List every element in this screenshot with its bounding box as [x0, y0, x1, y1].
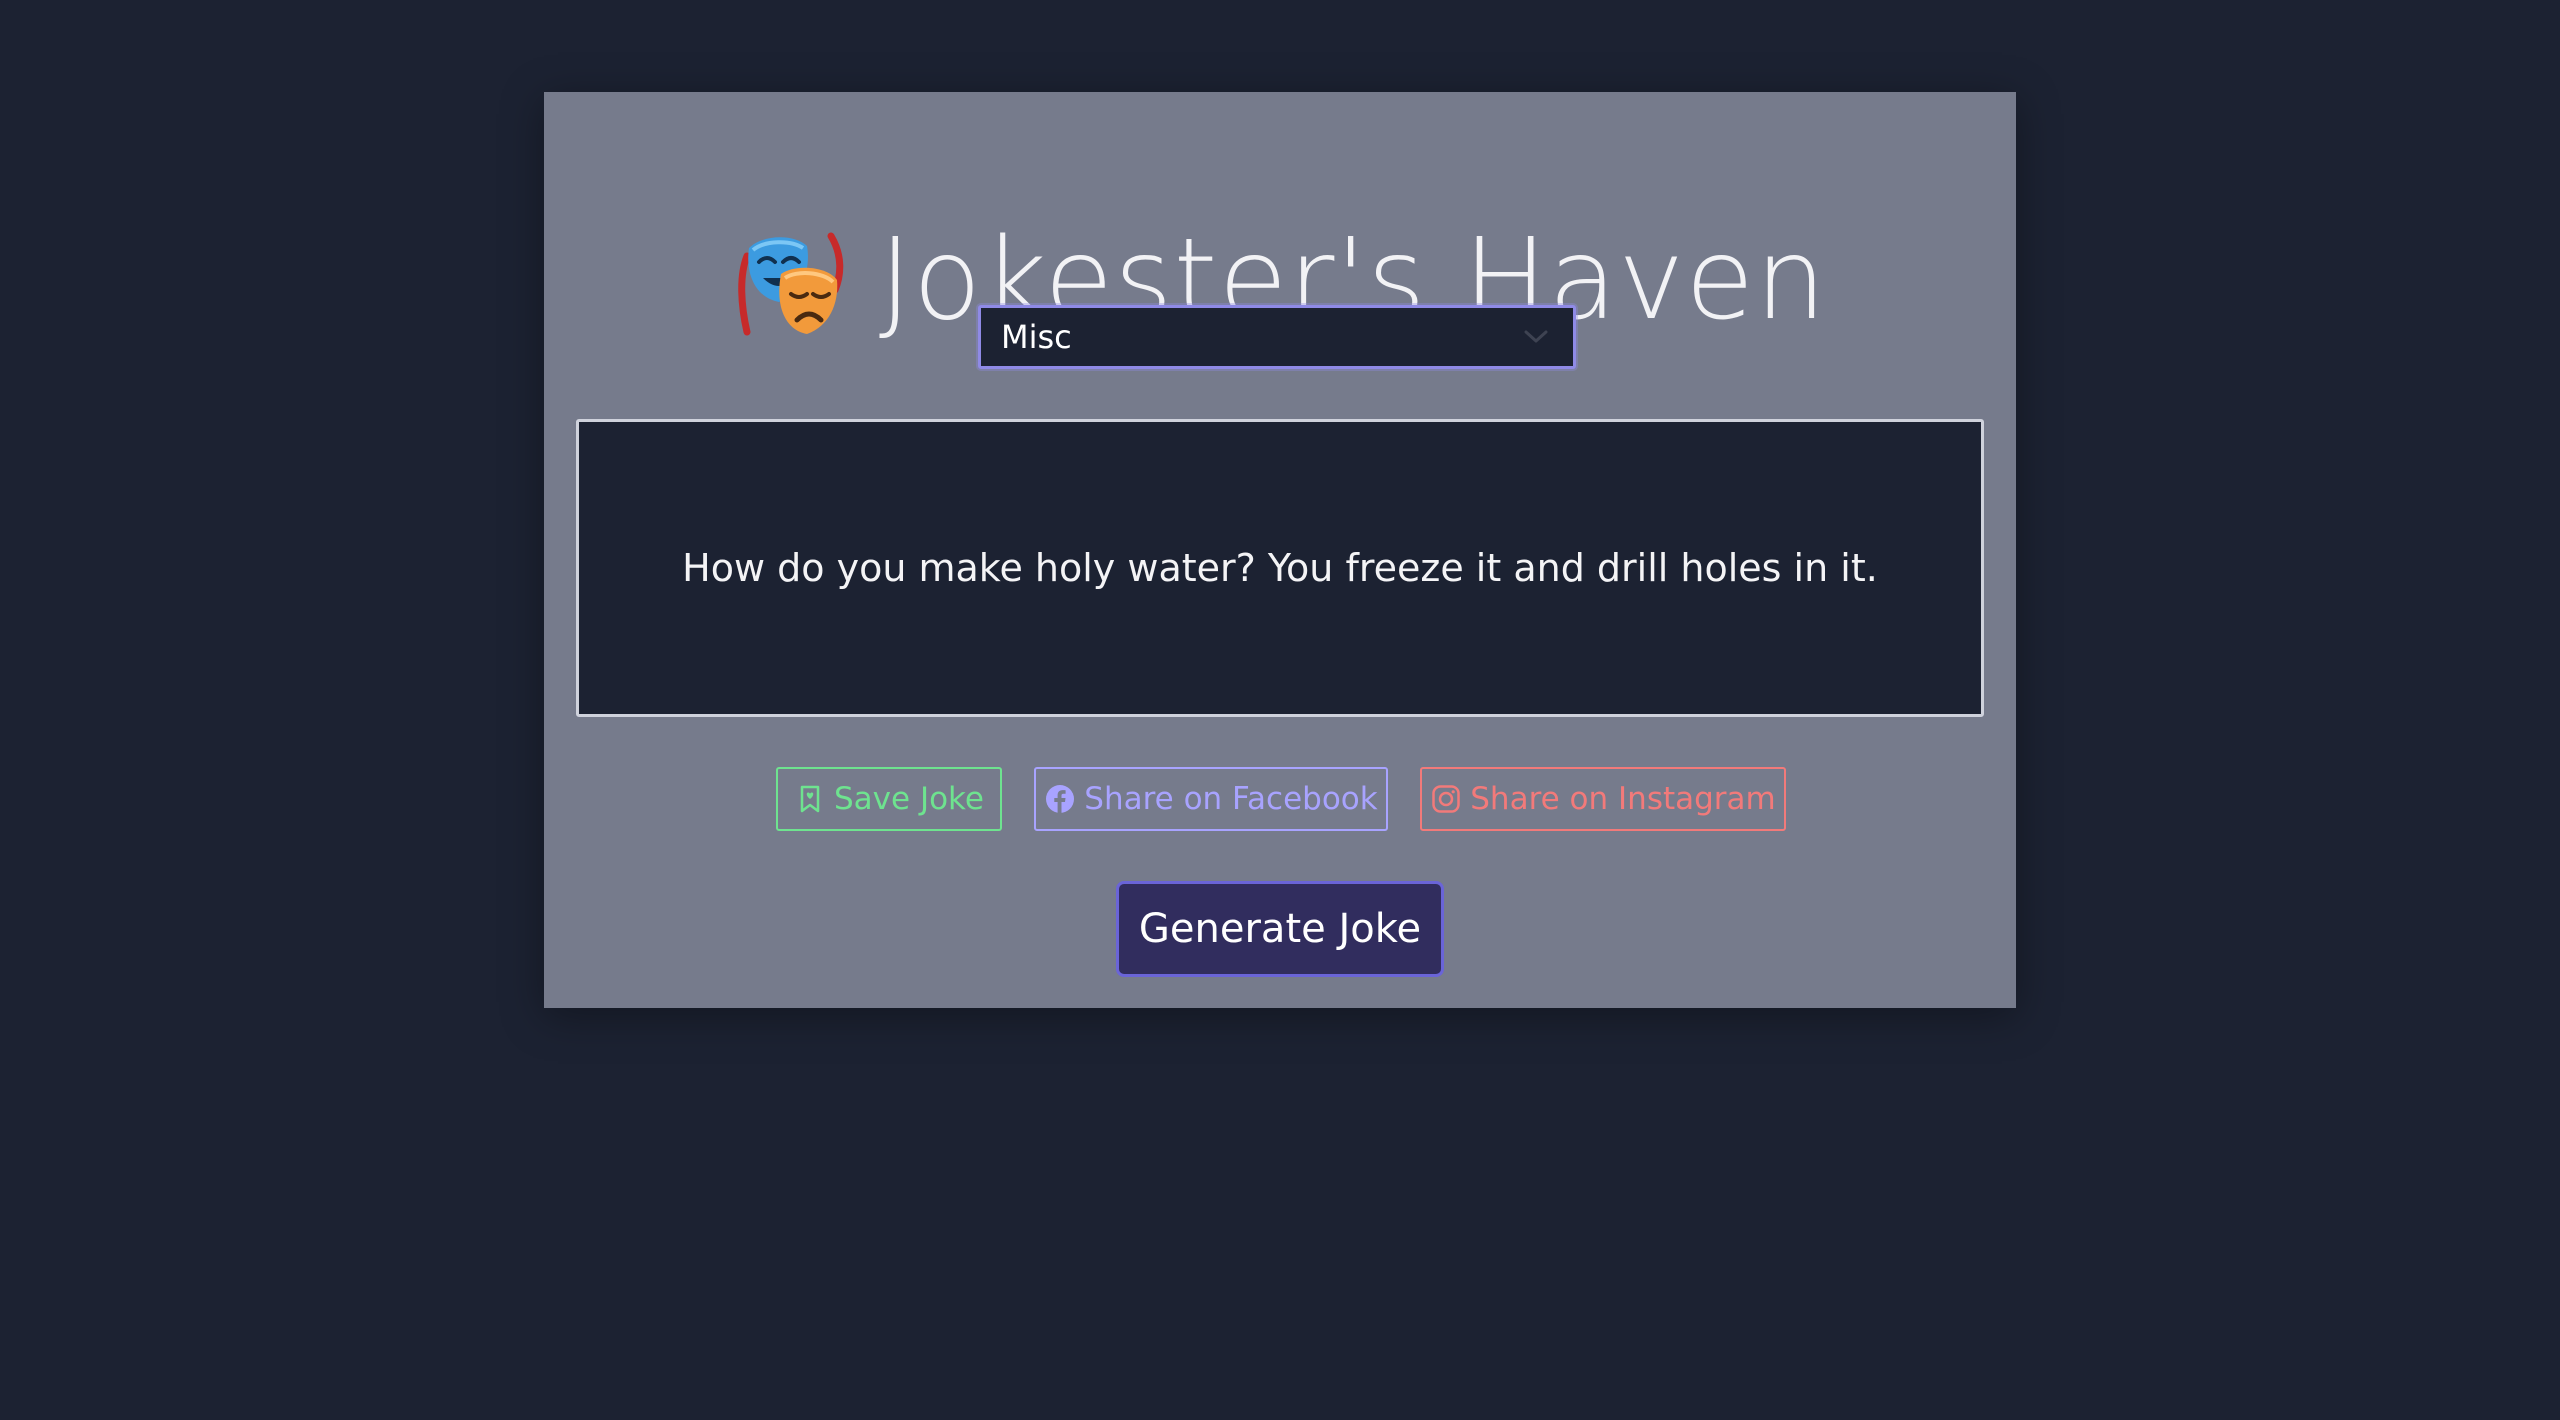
share-facebook-button[interactable]: Share on Facebook — [1034, 767, 1388, 831]
facebook-icon — [1046, 785, 1075, 813]
share-facebook-label: Share on Facebook — [1084, 781, 1378, 817]
performing-arts-masks-icon — [733, 226, 849, 342]
category-select-value: Misc — [1001, 318, 1072, 356]
chevron-down-icon — [1524, 330, 1548, 343]
share-instagram-label: Share on Instagram — [1470, 781, 1776, 817]
instagram-icon — [1432, 785, 1460, 813]
joke-card: Jokester's Haven Misc How do you make ho… — [544, 92, 2016, 1008]
category-select[interactable]: Misc — [978, 305, 1576, 369]
joke-text: How do you make holy water? You freeze i… — [682, 546, 1878, 590]
joke-actions: Save Joke Share on Facebook Share on Ins… — [544, 767, 2016, 831]
share-instagram-button[interactable]: Share on Instagram — [1420, 767, 1786, 831]
generate-joke-button[interactable]: Generate Joke — [1116, 881, 1444, 977]
joke-display: How do you make holy water? You freeze i… — [576, 419, 1984, 717]
bookmark-heart-icon — [800, 785, 820, 813]
save-joke-button[interactable]: Save Joke — [776, 767, 1002, 831]
save-joke-label: Save Joke — [834, 781, 984, 817]
